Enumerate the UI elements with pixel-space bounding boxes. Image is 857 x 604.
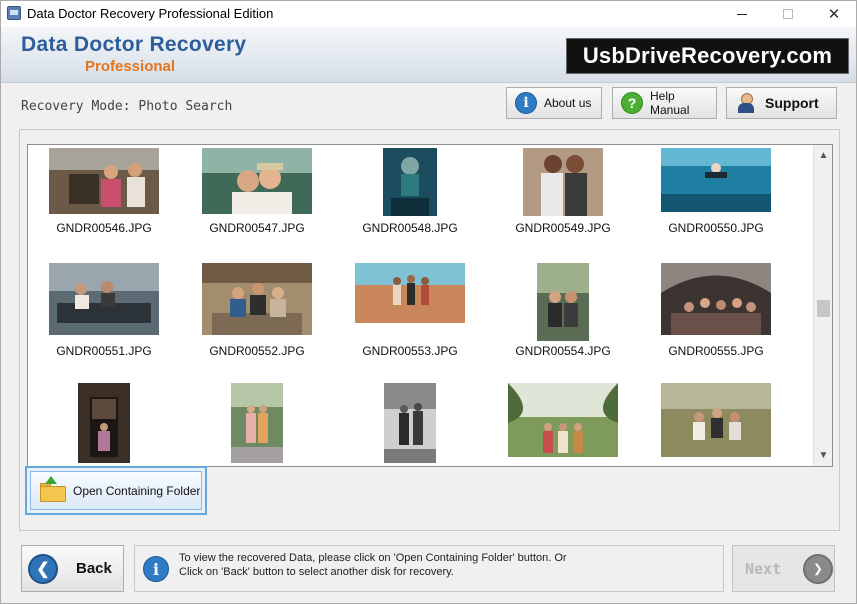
title-bar: Data Doctor Recovery Professional Editio… (1, 1, 856, 27)
file-name: GNDR00550.JPG (668, 221, 764, 235)
file-name: GNDR00546.JPG (56, 221, 152, 235)
brand-title: Data Doctor Recovery (21, 33, 247, 56)
instruction-line-1: To view the recovered Data, please click… (179, 552, 567, 564)
thumbnail-item[interactable] (493, 383, 633, 466)
photo-thumbnail (384, 383, 436, 463)
site-logo: UsbDriveRecovery.com (566, 38, 849, 74)
next-label: Next (745, 559, 782, 578)
instruction-line-2: Click on 'Back' button to select another… (179, 566, 454, 578)
support-button[interactable]: Support (726, 87, 837, 119)
folder-icon (40, 475, 66, 502)
back-arrow-icon: ❮ (28, 553, 58, 584)
scroll-up-arrow-icon[interactable]: ▲ (814, 147, 833, 164)
photo-thumbnail (49, 148, 159, 214)
photo-thumbnail (661, 383, 771, 457)
minimize-icon (737, 13, 747, 15)
thumbnail-item[interactable]: GNDR00552.JPG (187, 263, 327, 358)
thumbnail-item[interactable] (187, 383, 327, 466)
photo-thumbnail (508, 383, 618, 457)
support-person-icon (737, 93, 755, 113)
support-label: Support (765, 95, 819, 111)
gallery-scrollbar[interactable]: ▲ ▼ (813, 145, 832, 466)
file-name: GNDR00553.JPG (362, 344, 458, 358)
photo-thumbnail (202, 263, 312, 335)
next-arrow-icon: ❯ (803, 553, 834, 584)
photo-thumbnail (523, 148, 603, 216)
app-window: Data Doctor Recovery Professional Editio… (0, 0, 857, 604)
photo-thumbnail (661, 148, 771, 212)
minimize-button[interactable] (719, 1, 765, 27)
file-name: GNDR00555.JPG (668, 344, 764, 358)
help-icon: ? (621, 92, 643, 114)
photo-thumbnail (78, 383, 130, 463)
thumbnail-item[interactable]: GNDR00550.JPG (646, 148, 786, 243)
next-button[interactable]: Next ❯ (732, 545, 835, 592)
about-us-label: About us (544, 96, 592, 110)
instruction-text: To view the recovered Data, please click… (179, 551, 567, 579)
back-label: Back (76, 560, 112, 577)
recovery-mode-label: Recovery Mode: Photo Search (21, 99, 233, 114)
photo-thumbnail (537, 263, 589, 341)
photo-thumbnail (231, 383, 283, 463)
thumbnail-item[interactable] (34, 383, 174, 466)
open-folder-label: Open Containing Folder (73, 483, 201, 498)
photo-gallery[interactable]: GNDR00546.JPG GNDR00547.JPG GNDR00548.JP… (27, 144, 833, 467)
file-name: GNDR00554.JPG (515, 344, 611, 358)
photo-thumbnail (202, 148, 312, 214)
photo-thumbnail (661, 263, 771, 335)
close-icon: ✕ (827, 6, 841, 23)
about-us-button[interactable]: i About us (506, 87, 602, 119)
header-banner: Data Doctor Recovery Professional UsbDri… (1, 27, 856, 83)
maximize-icon (783, 9, 793, 19)
open-folder-button-face[interactable]: Open Containing Folder (30, 471, 202, 510)
thumbnail-item[interactable] (340, 383, 480, 466)
help-manual-label: Help Manual (650, 89, 690, 117)
photo-thumbnail (49, 263, 159, 335)
back-button[interactable]: ❮ Back (21, 545, 124, 592)
thumbnail-item[interactable]: GNDR00546.JPG (34, 148, 174, 243)
close-button[interactable]: ✕ (811, 1, 857, 27)
file-name: GNDR00551.JPG (56, 344, 152, 358)
maximize-button[interactable] (765, 1, 811, 27)
thumbnail-item[interactable]: GNDR00549.JPG (493, 148, 633, 243)
photo-thumbnail (383, 148, 437, 216)
file-name: GNDR00547.JPG (209, 221, 305, 235)
app-icon (7, 6, 21, 20)
thumbnail-item[interactable]: GNDR00554.JPG (493, 263, 633, 358)
scroll-down-arrow-icon[interactable]: ▼ (814, 447, 833, 464)
open-containing-folder-button[interactable]: Open Containing Folder (25, 466, 207, 515)
photo-thumbnail (355, 263, 465, 323)
brand-subtitle: Professional (85, 58, 176, 75)
thumbnail-item[interactable]: GNDR00551.JPG (34, 263, 174, 358)
scrollbar-thumb[interactable] (817, 300, 830, 317)
instruction-panel: i To view the recovered Data, please cli… (134, 545, 724, 592)
help-manual-button[interactable]: ? Help Manual (612, 87, 717, 119)
file-name: GNDR00548.JPG (362, 221, 458, 235)
thumbnail-item[interactable]: GNDR00548.JPG (340, 148, 480, 243)
thumbnail-item[interactable]: GNDR00555.JPG (646, 263, 786, 358)
file-name: GNDR00552.JPG (209, 344, 305, 358)
info-icon: i (143, 556, 169, 582)
file-name: GNDR00549.JPG (515, 221, 611, 235)
thumbnail-item[interactable] (646, 383, 786, 466)
window-title: Data Doctor Recovery Professional Editio… (27, 6, 274, 21)
info-icon: i (515, 92, 537, 114)
thumbnail-item[interactable]: GNDR00547.JPG (187, 148, 327, 243)
thumbnail-item[interactable]: GNDR00553.JPG (340, 263, 480, 358)
